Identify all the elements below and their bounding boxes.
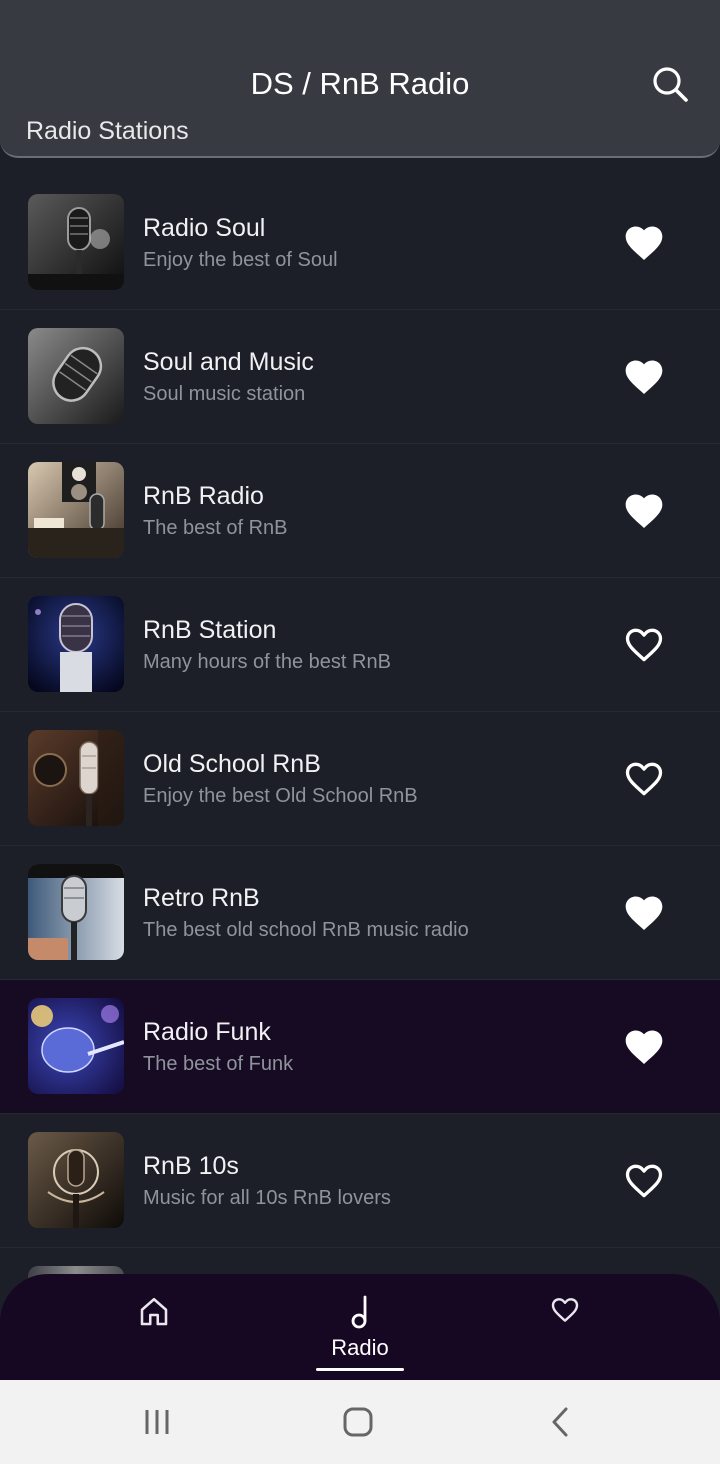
station-name: Radio Soul [143,214,266,242]
station-description: Enjoy the best Old School RnB [143,785,418,807]
station-description: The best of RnB [143,517,288,539]
home-button-icon[interactable] [338,1402,378,1442]
section-title: Radio Stations [26,117,189,145]
station-description: Soul music station [143,383,306,405]
heart-filled-icon[interactable] [622,221,666,265]
nav-radio-label: Radio [331,1335,389,1360]
station-name: Old School RnB [143,750,321,778]
station-description: Music for all 10s RnB lovers [143,1187,391,1209]
bottom-navigation: Radio [0,1274,720,1384]
station-thumbnail [28,1132,124,1228]
station-thumbnail [28,998,124,1094]
selected-tab-indicator [316,1368,404,1371]
station-thumbnail [28,462,124,558]
heart-outline-icon[interactable] [622,1159,666,1203]
station-description: The best old school RnB music radio [143,919,469,941]
recent-apps-icon[interactable] [138,1402,178,1442]
station-row[interactable]: Retro RnB The best old school RnB music … [0,846,720,980]
heart-filled-icon[interactable] [622,355,666,399]
back-icon[interactable] [540,1402,580,1442]
station-thumbnail [28,864,124,960]
music-note-icon [345,1294,375,1330]
heart-filled-icon[interactable] [622,891,666,935]
station-thumbnail [28,194,124,290]
station-name: Retro RnB [143,884,260,912]
heart-filled-icon[interactable] [622,489,666,533]
station-name: Soul and Music [143,348,314,376]
heart-filled-icon[interactable] [622,1025,666,1069]
nav-radio-tab[interactable]: Radio [316,1292,404,1372]
station-name: RnB 10s [143,1152,239,1180]
heart-outline-icon[interactable] [549,1294,581,1326]
station-name: RnB Radio [143,482,264,510]
station-thumbnail [28,730,124,826]
station-row[interactable]: RnB Radio The best of RnB [0,444,720,578]
heart-outline-icon[interactable] [622,623,666,667]
station-row[interactable]: Radio Soul Enjoy the best of Soul [0,176,720,310]
station-row-active[interactable]: Radio Funk The best of Funk [0,980,720,1114]
app-title: DS / RnB Radio [250,66,470,101]
station-name: Radio Funk [143,1018,271,1046]
system-navigation-bar [0,1380,720,1464]
heart-outline-icon[interactable] [622,757,666,801]
station-row[interactable]: RnB Station Many hours of the best RnB [0,578,720,712]
station-description: Many hours of the best RnB [143,651,391,673]
app-header: DS / RnB Radio Radio Stations [0,0,720,158]
home-icon[interactable] [136,1294,172,1330]
station-description: The best of Funk [143,1053,294,1075]
station-row[interactable]: Old School RnB Enjoy the best Old School… [0,712,720,846]
station-row[interactable]: RnB 10s Music for all 10s RnB lovers [0,1114,720,1248]
station-description: Enjoy the best of Soul [143,249,338,271]
station-name: RnB Station [143,616,277,644]
station-thumbnail [28,596,124,692]
search-icon[interactable] [650,64,690,104]
station-list: Radio Soul Enjoy the best of Soul Soul a… [0,176,720,1248]
station-thumbnail [28,328,124,424]
station-row[interactable]: Soul and Music Soul music station [0,310,720,444]
